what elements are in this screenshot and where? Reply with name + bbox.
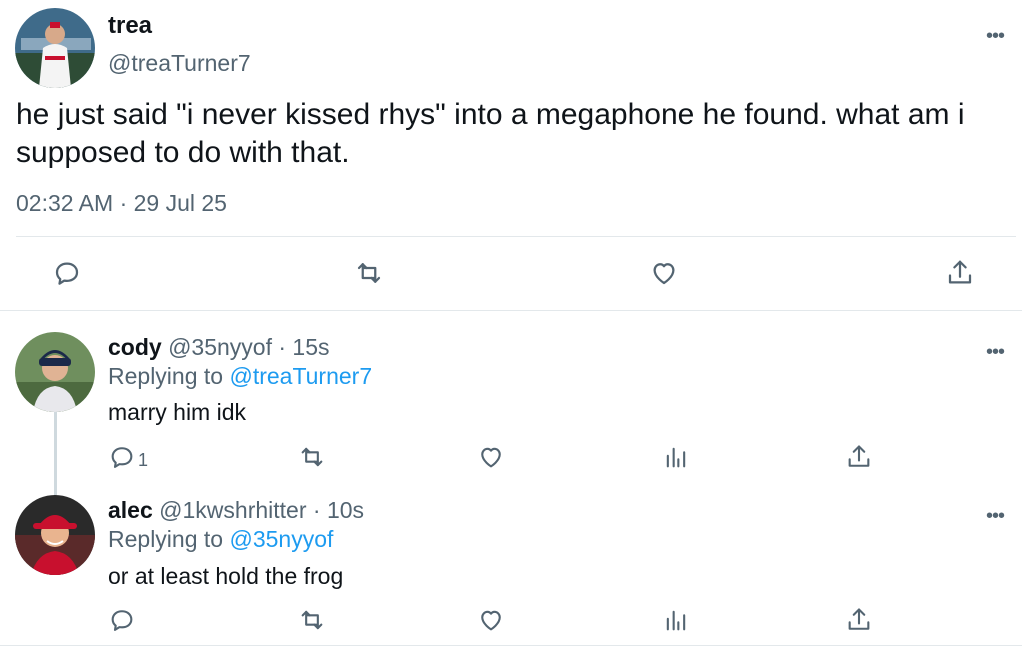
retweet-icon[interactable] <box>298 606 326 634</box>
reply-header: cody @35nyyof · 15s <box>108 334 330 361</box>
reply-text: or at least hold the frog <box>108 563 344 589</box>
reply-time[interactable]: · 10s <box>313 497 364 523</box>
views-icon[interactable] <box>662 606 690 634</box>
tweet-text: he just said "i never kissed rhys" into … <box>16 98 973 169</box>
more-options-icon[interactable]: ••• <box>986 342 1005 362</box>
reply-text: marry him idk <box>108 399 247 425</box>
avatar-trea[interactable] <box>15 8 95 88</box>
reply-count: 1 <box>138 450 149 470</box>
reply-icon[interactable] <box>108 606 136 634</box>
heart-icon[interactable] <box>477 443 505 471</box>
reply-icon[interactable] <box>52 258 82 288</box>
reply-header: alec @1kwshrhitter · 10s <box>108 497 364 524</box>
reply-author-handle[interactable]: @1kwshrhitter <box>159 497 306 523</box>
replying-to-label: Replying to <box>108 526 224 552</box>
reply-author-name[interactable]: cody <box>108 334 162 360</box>
more-options-icon[interactable]: ••• <box>986 506 1005 526</box>
author-handle[interactable]: @treaTurner7 <box>108 50 251 77</box>
author-name[interactable]: trea <box>108 12 152 40</box>
retweet-icon[interactable] <box>298 443 326 471</box>
more-options-icon[interactable]: ••• <box>986 26 1005 46</box>
replying-to-handle[interactable]: @35nyyof <box>229 526 333 552</box>
reply-icon[interactable] <box>108 443 136 471</box>
heart-icon[interactable] <box>649 258 679 288</box>
replying-to: Replying to @treaTurner7 <box>108 363 372 390</box>
replying-to-handle[interactable]: @treaTurner7 <box>229 363 372 389</box>
tweet-timestamp[interactable]: 02:32 AM · 29 Jul 25 <box>16 190 227 217</box>
divider <box>0 645 1022 646</box>
heart-icon[interactable] <box>477 606 505 634</box>
avatar-alec[interactable] <box>15 495 95 575</box>
replying-to-label: Replying to <box>108 363 224 389</box>
reply-time[interactable]: · 15s <box>278 334 329 360</box>
divider <box>0 310 1022 311</box>
retweet-icon[interactable] <box>354 258 384 288</box>
avatar-cody[interactable] <box>15 332 95 412</box>
views-icon[interactable] <box>662 443 690 471</box>
thread-line <box>54 412 57 496</box>
reply-author-name[interactable]: alec <box>108 497 153 523</box>
divider <box>16 236 1016 237</box>
share-icon[interactable] <box>945 258 975 288</box>
replying-to: Replying to @35nyyof <box>108 526 333 553</box>
share-icon[interactable] <box>845 443 873 471</box>
reply-author-handle[interactable]: @35nyyof <box>168 334 272 360</box>
share-icon[interactable] <box>845 606 873 634</box>
